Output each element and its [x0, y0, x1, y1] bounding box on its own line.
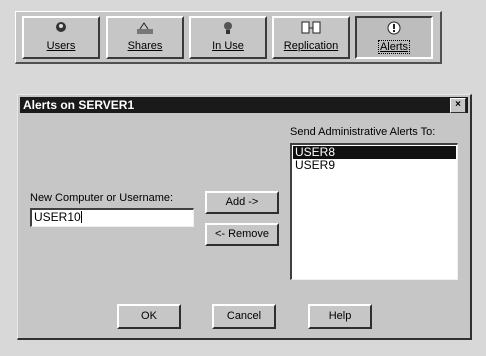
in-use-icon — [191, 20, 265, 40]
replication-icon — [274, 20, 348, 40]
new-computer-value: USER10 — [34, 210, 81, 224]
replication-label: Replication — [283, 40, 339, 52]
cancel-button-label: Cancel — [226, 310, 262, 322]
server-toolbar: Users Shares In Use Replication Alerts — [15, 11, 442, 64]
dialog-titlebar: Alerts on SERVER1 × — [20, 97, 468, 113]
send-alerts-label: Send Administrative Alerts To: — [290, 126, 436, 138]
close-icon: × — [455, 99, 461, 110]
new-computer-label: New Computer or Username: — [30, 192, 174, 204]
remove-button[interactable]: <- Remove — [205, 223, 279, 246]
users-label: Users — [46, 40, 76, 52]
shares-button[interactable]: Shares — [106, 16, 184, 59]
alerts-button[interactable]: Alerts — [355, 16, 433, 59]
shares-icon — [108, 20, 182, 40]
shares-label: Shares — [127, 40, 163, 52]
help-button-label: Help — [328, 310, 352, 322]
alerts-label: Alerts — [377, 40, 411, 54]
list-item-user9[interactable]: USER9 — [293, 159, 456, 172]
ok-button[interactable]: OK — [117, 304, 181, 329]
alert-recipients-list[interactable]: USER8 USER9 — [290, 143, 458, 280]
in-use-button[interactable]: In Use — [189, 16, 267, 59]
new-computer-input[interactable]: USER10 — [30, 208, 194, 227]
add-button[interactable]: Add -> — [205, 191, 279, 214]
dialog-title: Alerts on SERVER1 — [23, 98, 135, 112]
users-button[interactable]: Users — [22, 16, 100, 59]
users-icon — [24, 20, 98, 40]
cancel-button[interactable]: Cancel — [212, 304, 276, 329]
in-use-label: In Use — [212, 40, 244, 52]
replication-button[interactable]: Replication — [272, 16, 350, 59]
alerts-icon — [357, 20, 431, 40]
text-caret — [80, 211, 82, 223]
help-button[interactable]: Help — [308, 304, 372, 329]
ok-button-label: OK — [141, 310, 157, 322]
alerts-dialog: Alerts on SERVER1 × Send Administrative … — [17, 94, 472, 340]
remove-button-label: <- Remove — [214, 228, 270, 240]
add-button-label: Add -> — [225, 196, 259, 208]
close-button[interactable]: × — [450, 98, 466, 113]
